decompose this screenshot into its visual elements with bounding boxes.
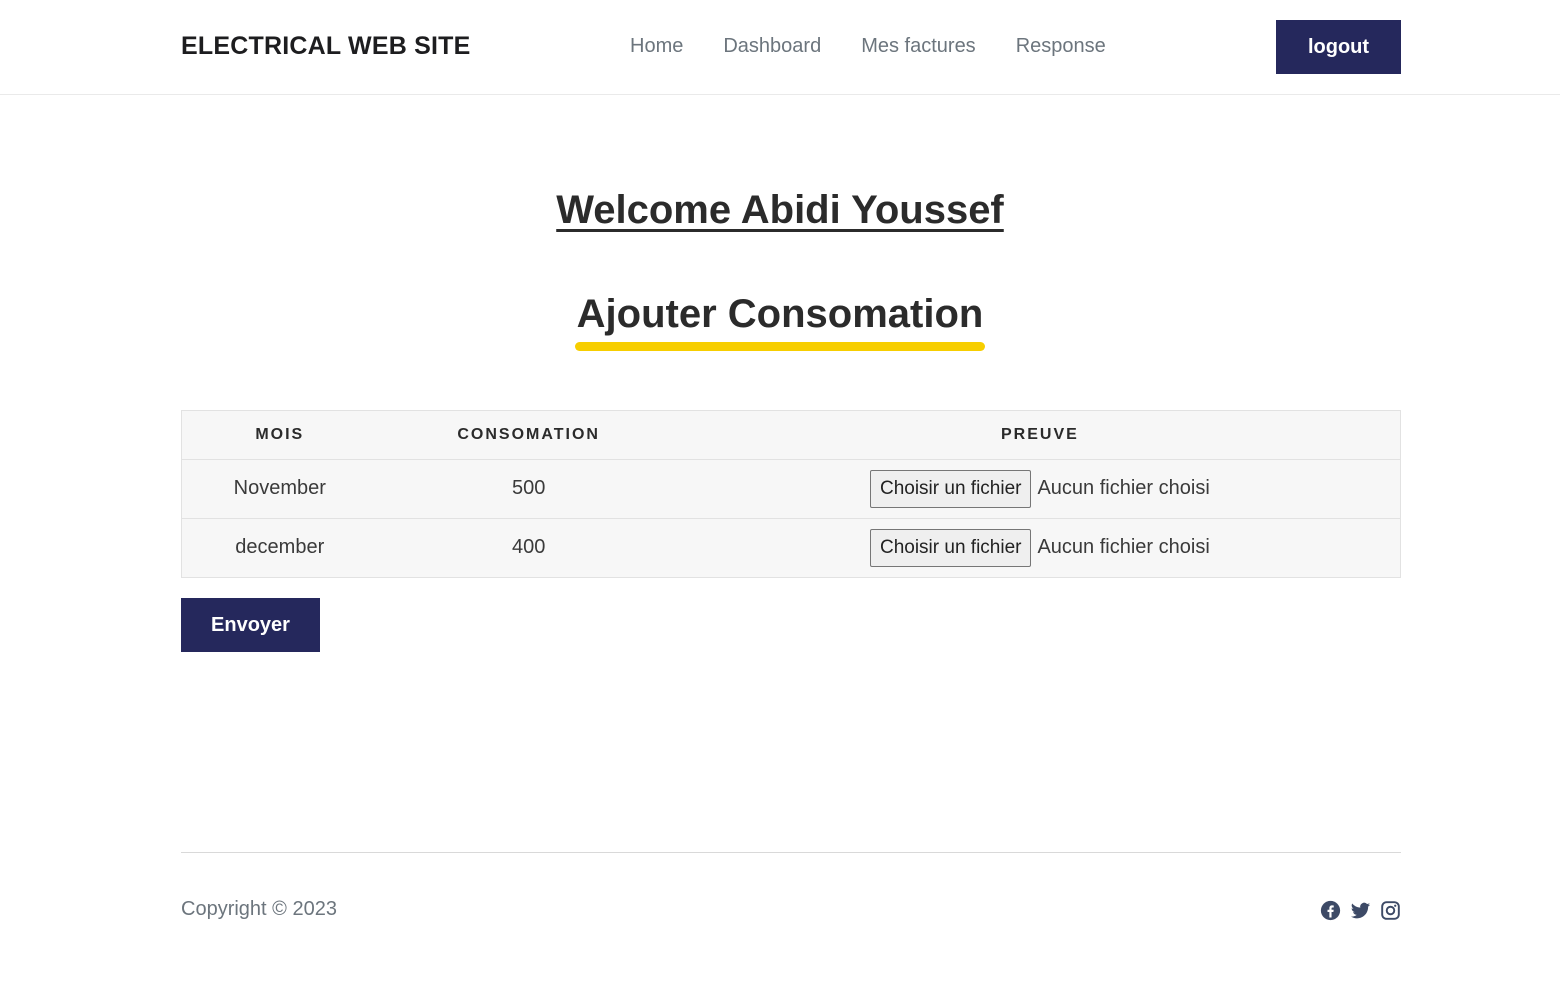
footer-divider (181, 852, 1401, 853)
table-row: december 400 Choisir un fichier Aucun fi… (182, 518, 1400, 577)
column-header-mois: MOIS (182, 411, 378, 460)
section-title-wrap: Ajouter Consomation (0, 292, 1560, 351)
facebook-icon[interactable] (1320, 900, 1341, 921)
nav-link-response[interactable]: Response (1016, 35, 1106, 58)
site-brand[interactable]: ELECTRICAL WEB SITE (181, 32, 470, 61)
table-header-row: MOIS CONSOMATION PREUVE (182, 411, 1400, 460)
nav-links: Home Dashboard Mes factures Response (630, 35, 1106, 58)
cell-mois: November (182, 459, 378, 519)
cell-consomation: 500 (377, 459, 680, 519)
table-row: November 500 Choisir un fichier Aucun fi… (182, 459, 1400, 519)
navbar: ELECTRICAL WEB SITE Home Dashboard Mes f… (0, 0, 1560, 95)
nav-link-dashboard[interactable]: Dashboard (723, 35, 821, 58)
choose-file-button[interactable]: Choisir un fichier (869, 528, 1032, 567)
nav-link-mes-factures[interactable]: Mes factures (861, 35, 975, 58)
cell-consomation: 400 (511, 536, 546, 559)
cell-mois: december (235, 536, 325, 559)
file-input[interactable]: Choisir un fichier Aucun fichier choisi (869, 528, 1210, 567)
section-title: Ajouter Consomation (574, 292, 986, 351)
file-status-text: Aucun fichier choisi (1037, 536, 1210, 559)
consumption-table: MOIS CONSOMATION PREUVE November 500 Cho… (181, 410, 1401, 578)
choose-file-button[interactable]: Choisir un fichier (869, 469, 1032, 508)
nav-link-home[interactable]: Home (630, 35, 683, 58)
social-links (1320, 900, 1401, 921)
section-title-text: Ajouter Consomation (576, 292, 984, 336)
column-header-consomation: CONSOMATION (377, 411, 680, 460)
file-input[interactable]: Choisir un fichier Aucun fichier choisi (869, 469, 1210, 508)
file-status-text: Aucun fichier choisi (1037, 477, 1210, 499)
envoyer-button[interactable]: Envoyer (181, 598, 320, 652)
cell-preuve: Choisir un fichier Aucun fichier choisi (680, 518, 1400, 577)
title-underline-decoration (574, 342, 986, 351)
column-header-preuve: PREUVE (679, 411, 1400, 460)
twitter-icon[interactable] (1350, 900, 1371, 921)
welcome-heading: Welcome Abidi Youssef (556, 188, 1004, 232)
logout-button[interactable]: logout (1276, 20, 1401, 74)
cell-preuve: Choisir un fichier Aucun fichier choisi (679, 459, 1400, 519)
copyright-text: Copyright © 2023 (181, 898, 337, 920)
instagram-icon[interactable] (1380, 900, 1401, 921)
